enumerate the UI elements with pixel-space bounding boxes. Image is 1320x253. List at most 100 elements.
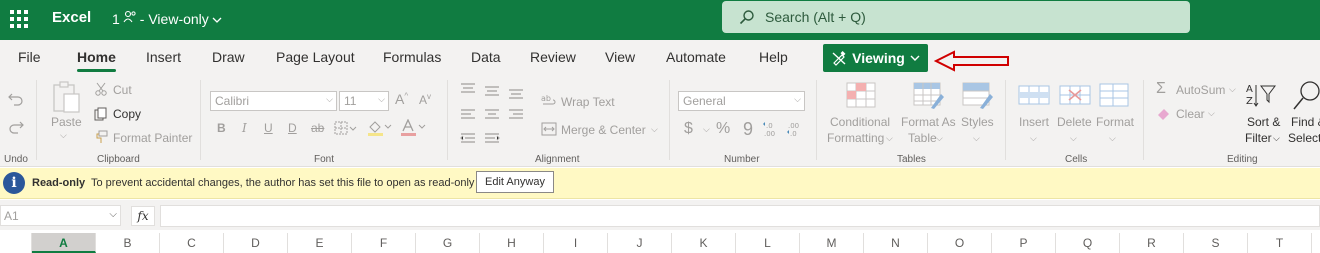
column-header-n[interactable]: N bbox=[864, 233, 928, 253]
tab-home[interactable]: Home bbox=[77, 49, 116, 72]
increase-decimal-icon[interactable]: .0.00 bbox=[762, 120, 782, 138]
title-bar: Excel 1 - View-only Search (Alt + Q) bbox=[0, 0, 1320, 40]
underline-button[interactable]: U bbox=[264, 121, 273, 135]
formula-input[interactable] bbox=[160, 205, 1320, 227]
align-top-icon[interactable] bbox=[459, 82, 535, 148]
sort-filter-icon: AZ bbox=[1246, 84, 1276, 107]
tab-view[interactable]: View bbox=[605, 49, 635, 65]
insert-cells-label[interactable]: Insert bbox=[1019, 115, 1049, 129]
font-color-icon[interactable] bbox=[400, 119, 428, 137]
insert-cells-icon bbox=[1018, 85, 1050, 105]
tab-draw[interactable]: Draw bbox=[212, 49, 245, 65]
clear-button[interactable]: Clear bbox=[1176, 107, 1205, 121]
column-header-b[interactable]: B bbox=[96, 233, 160, 253]
font-size-select[interactable]: 11 ⌵ bbox=[339, 91, 389, 111]
sort-label[interactable]: Sort & bbox=[1247, 115, 1280, 129]
viewing-mode-button[interactable]: Viewing bbox=[823, 44, 928, 72]
app-launcher-icon[interactable] bbox=[9, 9, 29, 29]
decrease-font-size-icon[interactable]: Av bbox=[419, 92, 431, 107]
select-label[interactable]: Select bbox=[1288, 131, 1320, 145]
tab-file[interactable]: File bbox=[18, 49, 41, 65]
table-label[interactable]: Table bbox=[908, 131, 937, 145]
group-label-clipboard: Clipboard bbox=[97, 154, 140, 165]
chevron-down-icon: ⌵ bbox=[1030, 133, 1037, 143]
tab-help[interactable]: Help bbox=[759, 49, 788, 65]
tab-page-layout[interactable]: Page Layout bbox=[276, 49, 355, 65]
svg-text:Z: Z bbox=[1246, 96, 1253, 107]
column-header-o[interactable]: O bbox=[928, 233, 992, 253]
font-name-select[interactable]: Calibri ⌵ bbox=[210, 91, 337, 111]
fill-color-icon[interactable] bbox=[367, 119, 393, 137]
comma-style-button[interactable]: 9 bbox=[743, 119, 753, 140]
tab-data[interactable]: Data bbox=[471, 49, 501, 65]
svg-text:.00: .00 bbox=[788, 122, 799, 130]
search-box[interactable]: Search (Alt + Q) bbox=[722, 1, 1190, 33]
column-header-t[interactable]: T bbox=[1248, 233, 1312, 253]
copy-button[interactable]: Copy bbox=[113, 107, 141, 121]
font-size-value: 11 bbox=[344, 94, 357, 108]
double-underline-button[interactable]: D bbox=[288, 121, 297, 135]
formatting-label[interactable]: Formatting bbox=[827, 131, 884, 145]
column-header-k[interactable]: K bbox=[672, 233, 736, 253]
redo-icon[interactable] bbox=[8, 120, 24, 134]
delete-cells-icon bbox=[1059, 85, 1091, 105]
autosum-button[interactable]: AutoSum bbox=[1176, 83, 1225, 97]
column-header-a[interactable]: A bbox=[32, 233, 96, 253]
name-box[interactable]: A1 ⌵ bbox=[0, 205, 121, 226]
currency-button[interactable]: $ bbox=[684, 120, 693, 138]
file-name-menu[interactable]: 1 - View-only bbox=[112, 10, 222, 27]
select-all-corner[interactable] bbox=[0, 233, 32, 253]
copy-icon bbox=[94, 107, 107, 121]
format-painter-button[interactable]: Format Painter bbox=[113, 131, 192, 145]
cut-button[interactable]: Cut bbox=[113, 83, 132, 97]
read-only-infobar: i Read-only To prevent accidental change… bbox=[0, 168, 1320, 199]
app-name[interactable]: Excel bbox=[52, 9, 91, 26]
italic-button[interactable]: I bbox=[242, 121, 247, 135]
format-as-label[interactable]: Format As bbox=[901, 115, 956, 129]
wrap-text-button[interactable]: Wrap Text bbox=[561, 95, 615, 109]
tab-formulas[interactable]: Formulas bbox=[383, 49, 441, 65]
column-header-s[interactable]: S bbox=[1184, 233, 1248, 253]
merge-center-button[interactable]: Merge & Center bbox=[561, 123, 646, 137]
tab-insert[interactable]: Insert bbox=[146, 49, 181, 65]
conditional-formatting-label[interactable]: Conditional bbox=[830, 115, 890, 129]
column-header-g[interactable]: G bbox=[416, 233, 480, 253]
strikethrough-button[interactable]: ab bbox=[311, 121, 324, 135]
styles-label[interactable]: Styles bbox=[961, 115, 994, 129]
column-header-q[interactable]: Q bbox=[1056, 233, 1120, 253]
find-select-icon bbox=[1293, 81, 1320, 110]
delete-cells-label[interactable]: Delete bbox=[1057, 115, 1092, 129]
column-header-m[interactable]: M bbox=[800, 233, 864, 253]
paste-icon[interactable] bbox=[50, 80, 82, 114]
column-header-p[interactable]: P bbox=[992, 233, 1056, 253]
increase-font-size-icon[interactable]: A^ bbox=[395, 91, 408, 107]
percent-button[interactable]: % bbox=[716, 120, 730, 138]
undo-icon[interactable] bbox=[8, 92, 24, 106]
number-format-select[interactable]: General ⌵ bbox=[678, 91, 805, 111]
column-header-c[interactable]: C bbox=[160, 233, 224, 253]
ribbon: Undo Paste ⌵ Cut Copy Format Painter Cli… bbox=[0, 74, 1320, 167]
format-cells-label[interactable]: Format bbox=[1096, 115, 1134, 129]
column-header-l[interactable]: L bbox=[736, 233, 800, 253]
paste-label[interactable]: Paste bbox=[51, 115, 82, 129]
chevron-down-icon: ⌵ bbox=[1070, 133, 1077, 143]
column-header-r[interactable]: R bbox=[1120, 233, 1184, 253]
insert-function-button[interactable]: fx bbox=[131, 206, 155, 226]
column-header-i[interactable]: I bbox=[544, 233, 608, 253]
column-header-d[interactable]: D bbox=[224, 233, 288, 253]
svg-text:A: A bbox=[1246, 84, 1253, 95]
filter-label[interactable]: Filter bbox=[1245, 131, 1272, 145]
edit-anyway-button[interactable]: Edit Anyway bbox=[476, 171, 554, 193]
chevron-down-icon: ⌵ bbox=[1109, 133, 1116, 143]
tab-automate[interactable]: Automate bbox=[666, 49, 726, 65]
column-header-e[interactable]: E bbox=[288, 233, 352, 253]
decrease-decimal-icon[interactable]: .00.0 bbox=[786, 120, 806, 138]
column-header-j[interactable]: J bbox=[608, 233, 672, 253]
tab-review[interactable]: Review bbox=[530, 49, 576, 65]
column-header-h[interactable]: H bbox=[480, 233, 544, 253]
borders-icon[interactable] bbox=[334, 121, 358, 135]
bold-button[interactable]: B bbox=[217, 121, 226, 135]
group-label-tables: Tables bbox=[897, 154, 926, 165]
column-header-f[interactable]: F bbox=[352, 233, 416, 253]
find-label[interactable]: Find & bbox=[1291, 115, 1320, 129]
